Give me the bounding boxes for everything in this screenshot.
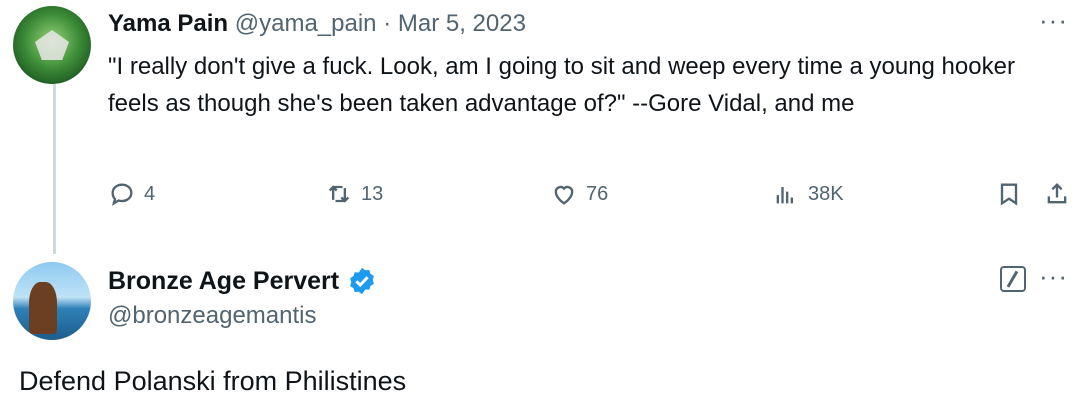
views-icon [776,187,793,204]
avatar-figure [29,282,57,334]
more-options-button[interactable]: ··· [1039,7,1068,33]
heart-icon [554,185,574,205]
verified-badge-icon [350,267,374,295]
retweet-button[interactable]: 13 [325,180,383,208]
retweet-count: 13 [361,182,384,205]
tweet-text: "I really don't give a fuck. Look, am I … [108,53,1015,117]
more-options-button[interactable]: ··· [1039,263,1068,289]
author-handle-date[interactable]: @yama_pain · Mar 5, 2023 [235,10,526,37]
author-name-row: Bronze Age Pervert [108,265,377,297]
avatar-emblem [35,30,69,60]
grok-edit-icon[interactable] [1000,266,1026,292]
bookmark-icon [1000,183,1018,206]
avatar[interactable] [13,262,91,340]
avatar[interactable] [13,6,91,84]
views-button[interactable]: 38K [772,180,844,208]
reply-icon [111,183,133,206]
retweet-icon [328,185,350,203]
like-count: 76 [586,182,609,205]
share-icon [1047,183,1067,204]
bookmark-button[interactable] [995,180,1023,208]
share-button[interactable] [1043,180,1071,208]
tweet-header: Yama Pain @yama_pain · Mar 5, 2023 [108,9,526,39]
views-count: 38K [808,182,844,205]
author-handle[interactable]: @bronzeagemantis [108,302,316,330]
tweet-text: Defend Polanski from Philistines [19,366,407,396]
reply-button[interactable]: 4 [108,180,155,208]
tweet-actions: 4 13 76 38K [0,180,1088,220]
like-button[interactable]: 76 [550,180,608,208]
author-name[interactable]: Yama Pain [108,10,228,37]
author-name[interactable]: Bronze Age Pervert [108,265,339,297]
reply-count: 4 [144,182,156,205]
thread-line [53,84,56,254]
